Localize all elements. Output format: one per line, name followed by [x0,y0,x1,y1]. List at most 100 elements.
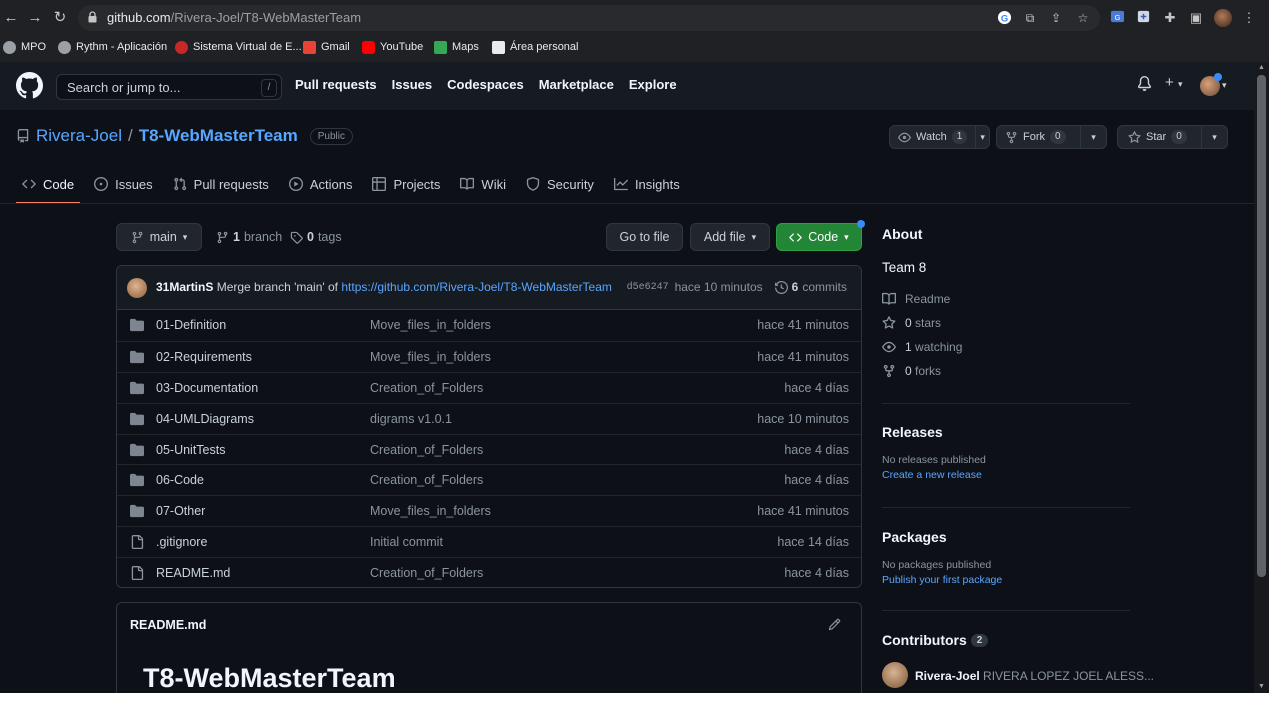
releases-title[interactable]: Releases [882,424,1130,440]
create-release-link[interactable]: Create a new release [882,469,1130,481]
file-commit-message[interactable]: Move_files_in_folders [370,350,491,364]
fork-dropdown-icon[interactable]: ▾ [1080,126,1106,148]
nav-codespaces[interactable]: Codespaces [447,77,524,92]
profile-avatar[interactable] [1214,9,1232,27]
repo-name-link[interactable]: T8-WebMasterTeam [139,126,298,146]
file-row[interactable]: 03-Documentation Creation_of_Folders hace … [117,371,861,403]
publish-package-link[interactable]: Publish your first package [882,574,1130,586]
bookmark-sistema-virtual[interactable]: Sistema Virtual de E... [175,38,302,56]
contributors-title[interactable]: Contributors [882,632,967,648]
tab-projects[interactable]: Projects [372,172,440,196]
page-scrollbar[interactable]: ▲ ▼ [1254,62,1269,693]
file-commit-message[interactable]: Creation_of_Folders [370,443,483,457]
share-icon[interactable]: ⇪ [1048,10,1064,26]
file-row[interactable]: 06-Code Creation_of_Folders hace 4 días [117,464,861,495]
nav-issues[interactable]: Issues [392,77,432,92]
bell-icon[interactable] [1137,76,1152,95]
google-icon[interactable]: G [996,10,1012,26]
fork-button[interactable]: Fork 0 ▾ [996,125,1107,149]
commit-sha[interactable]: d5e6247 [627,282,669,293]
nav-marketplace[interactable]: Marketplace [539,77,614,92]
tab-wiki[interactable]: Wiki [460,172,506,196]
bookmark-gmail[interactable]: Gmail [303,38,350,56]
tab-insights[interactable]: Insights [613,172,680,196]
file-row[interactable]: 01-Definition Move_files_in_folders hace 4… [117,310,861,341]
plus-dropdown-icon[interactable]: + ▾ [1165,74,1182,91]
bookmark-area-personal[interactable]: Área personal [492,38,579,56]
side-panel-icon[interactable]: ▣ [1187,9,1205,27]
file-row[interactable]: 02-Requirements Move_files_in_folders hace… [117,340,861,372]
file-commit-message[interactable]: Move_files_in_folders [370,504,491,518]
reload-icon[interactable]: ↻ [51,9,69,27]
nav-explore[interactable]: Explore [629,77,677,92]
file-name[interactable]: 07-Other [156,504,205,518]
tags-link[interactable]: 0 tags [290,230,342,244]
file-name[interactable]: 06-Code [156,473,204,487]
file-commit-message[interactable]: Move_files_in_folders [370,318,491,332]
bookmark-star-icon[interactable]: ☆ [1075,10,1091,26]
scrollbar-thumb[interactable] [1257,75,1266,577]
stars-link[interactable]: 0 stars [882,311,1130,335]
commits-link[interactable]: 6 commits [774,280,847,294]
scroll-down-icon[interactable]: ▼ [1257,683,1266,691]
star-main[interactable]: Star 0 [1118,126,1195,148]
go-to-file-button[interactable]: Go to file [606,223,683,251]
extensions-puzzle-icon[interactable]: ✚ [1161,9,1179,27]
github-logo-icon[interactable] [16,72,43,99]
file-commit-message[interactable]: Creation_of_Folders [370,381,483,395]
file-name[interactable]: 02-Requirements [156,350,252,364]
tab-security[interactable]: Security [526,172,594,196]
scroll-up-icon[interactable]: ▲ [1257,64,1266,72]
file-name[interactable]: 05-UnitTests [156,443,225,457]
commit-link[interactable]: https://github.com/Rivera-Joel/T8-WebMas… [341,280,612,294]
watch-dropdown-icon[interactable]: ▾ [975,126,989,148]
add-file-button[interactable]: Add file ▾ [690,223,770,251]
watching-link[interactable]: 1 watching [882,335,1130,359]
address-bar[interactable]: github.com/Rivera-Joel/T8-WebMasterTeam … [78,5,1100,31]
bookmark-maps[interactable]: Maps [434,38,479,56]
star-button[interactable]: Star 0 ▾ [1117,125,1228,149]
forward-icon[interactable]: → [26,9,44,27]
forks-link[interactable]: 0 forks [882,359,1130,383]
star-dropdown-icon[interactable]: ▾ [1201,126,1227,148]
file-row[interactable]: 05-UnitTests Creation_of_Folders hace 4 dí… [117,433,861,465]
file-commit-message[interactable]: Creation_of_Folders [370,473,483,487]
watch-button[interactable]: Watch 1 ▾ [889,125,990,149]
search-input[interactable]: Search or jump to... / [56,74,282,100]
file-commit-message[interactable]: Creation_of_Folders [370,566,483,580]
file-row[interactable]: 07-Other Move_files_in_folders hace 41 min… [117,495,861,526]
contributor-entry[interactable]: Rivera-Joel RIVERA LOPEZ JOEL ALESS... [915,669,1154,683]
fork-main[interactable]: Fork 0 [997,126,1078,148]
watch-main[interactable]: Watch 1 [890,126,975,148]
file-name[interactable]: 04-UMLDiagrams [156,412,254,426]
file-name[interactable]: 01-Definition [156,318,226,332]
tab-issues[interactable]: Issues [94,172,153,196]
translate-icon[interactable]: ⧉ [1022,10,1038,26]
file-name[interactable]: README.md [156,566,230,580]
avatar-dropdown-icon[interactable]: ▾ [1222,80,1227,91]
bookmark-youtube[interactable]: YouTube [362,38,423,56]
code-button[interactable]: Code ▾ [776,223,862,251]
file-name[interactable]: 03-Documentation [156,381,258,395]
file-name[interactable]: .gitignore [156,535,207,549]
file-row[interactable]: README.md Creation_of_Folders hace 4 días [117,557,861,587]
branches-link[interactable]: 1 branch [216,230,282,244]
file-commit-message[interactable]: digrams v1.0.1 [370,412,452,426]
commit-author[interactable]: 31MartinS [156,280,213,294]
commit-author-avatar[interactable] [127,278,147,298]
packages-title[interactable]: Packages [882,529,1130,545]
commit-text[interactable]: Merge branch 'main' of [217,280,338,294]
pencil-icon[interactable] [828,618,841,631]
repo-owner-link[interactable]: Rivera-Joel [36,126,122,146]
tab-code[interactable]: Code [15,172,81,204]
extension-box-icon[interactable] [1134,9,1152,27]
contributor-avatar[interactable] [882,662,908,688]
back-icon[interactable]: ← [2,9,20,27]
browser-menu-icon[interactable]: ⋮ [1240,9,1258,27]
bookmark-rythm[interactable]: Rythm - Aplicación [58,38,167,56]
extension-translate-icon[interactable]: G [1108,9,1126,27]
tab-pull-requests[interactable]: Pull requests [173,172,269,196]
file-row[interactable]: 04-UMLDiagrams digrams v1.0.1 hace 10 minu… [117,402,861,434]
file-row[interactable]: .gitignore Initial commit hace 14 días [117,526,861,557]
readme-link[interactable]: Readme [882,287,1130,311]
